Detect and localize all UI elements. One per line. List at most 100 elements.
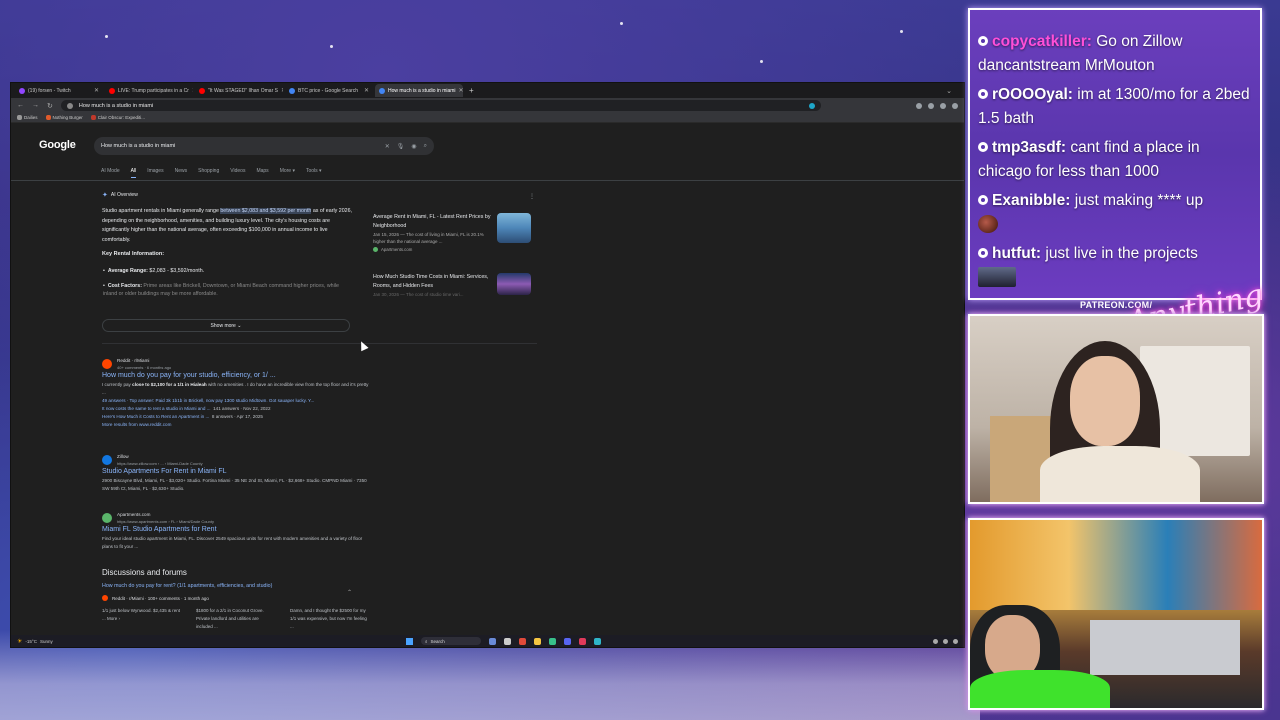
profile-icon[interactable] — [916, 102, 922, 109]
emote-icon — [978, 215, 998, 234]
google-logo[interactable]: Google — [39, 139, 76, 151]
source-thumbnail — [497, 273, 531, 295]
site-favicon-icon — [373, 247, 378, 252]
search-icon[interactable]: ⌕ — [424, 143, 427, 150]
chat-username[interactable]: tmp3asdf: — [992, 139, 1066, 156]
reload-icon[interactable]: ↻ — [47, 102, 53, 110]
search-tab[interactable]: Tools ▾ — [306, 168, 322, 178]
close-tab-icon[interactable]: ✕ — [281, 87, 283, 94]
result-title[interactable]: Studio Apartments For Rent in Miami FL — [102, 466, 372, 477]
show-more-button[interactable]: Show more ⌄ — [102, 319, 350, 332]
folder-icon[interactable] — [534, 637, 541, 645]
network-icon[interactable] — [943, 638, 948, 644]
address-bar: ← → ↻ How much is a studio in miami — [11, 98, 964, 113]
platform-icon — [978, 248, 988, 258]
discussion-comment[interactable]: $1800 for a 2/1 in Coconut Grove. Privat… — [196, 607, 276, 631]
sub-result[interactable]: Here's How Much it Costs to Rent an Apar… — [102, 413, 372, 421]
webcam-guest — [968, 518, 1264, 710]
chat-username[interactable]: Exanibble: — [992, 192, 1070, 209]
sub-result-meta: 141 answers · Nov 22, 2022 — [213, 406, 271, 411]
browser-tab[interactable]: BTC price - Google Search ✕ — [285, 84, 373, 97]
zillow-icon — [102, 454, 112, 465]
tray-chevron-icon[interactable] — [933, 638, 938, 644]
discussion-comment[interactable]: Damn, and I thought the $2500 for my 1/1… — [290, 607, 370, 631]
tab-favicon-icon — [379, 87, 385, 94]
chat-username[interactable]: rOOOOyal: — [992, 86, 1073, 103]
bookmark[interactable]: Nothing Burger — [45, 115, 83, 120]
chat-username[interactable]: hutfut: — [992, 245, 1041, 262]
source-snippet: Jan 15, 2026 — The cost of living in Mia… — [373, 232, 484, 244]
close-tab-icon[interactable]: ✕ — [459, 87, 463, 94]
windows-start-icon[interactable] — [406, 637, 413, 645]
tab-search-icon[interactable]: ⌄ — [946, 87, 964, 95]
highlighted-range: between $2,083 and $3,592 per month — [220, 208, 312, 214]
search-result: Zillow https://www.zillow.com › ... › Mia… — [102, 453, 372, 493]
camera-icon[interactable]: ◉ — [411, 143, 416, 150]
discord-icon[interactable] — [564, 637, 571, 645]
volume-icon[interactable] — [953, 638, 958, 644]
sub-result-meta: 8 answers · Apr 17, 2025 — [211, 414, 263, 419]
sub-result[interactable]: It now costs the same to rent a studio i… — [102, 405, 372, 413]
downloads-icon[interactable] — [928, 102, 934, 109]
new-tab-icon[interactable]: + — [469, 86, 474, 95]
browser-tab[interactable]: How much is a studio in miami✕ — [375, 84, 463, 97]
search-tab[interactable]: Images — [147, 168, 163, 178]
close-tab-icon[interactable]: ✕ — [364, 87, 369, 94]
discussion-comment[interactable]: 1/1 just below Wynwood. $2,435 & rent ..… — [102, 607, 182, 631]
platform-icon — [978, 195, 988, 205]
file-icon[interactable] — [504, 637, 511, 645]
task-view-icon[interactable] — [489, 637, 496, 645]
more-results-link[interactable]: More results from www.reddit.com — [102, 421, 372, 429]
source-card[interactable]: How Much Studio Time Costs in Miami: Ser… — [373, 273, 533, 298]
close-tab-icon[interactable]: ✕ — [192, 87, 193, 94]
source-card[interactable]: Average Rent in Miami, FL - Latest Rent … — [373, 213, 533, 252]
search-tab[interactable]: News — [175, 168, 188, 178]
mic-icon[interactable]: 🎙 — [397, 143, 405, 150]
star — [620, 22, 623, 25]
menu-icon[interactable] — [952, 102, 958, 109]
collapse-icon[interactable]: ⌃ — [347, 589, 352, 596]
result-title[interactable]: How much do you pay for your studio, eff… — [102, 370, 372, 381]
sub-result-link[interactable]: Here's How Much it Costs to Rent an Apar… — [102, 414, 209, 419]
sub-result-link[interactable]: It now costs the same to rent a studio i… — [102, 406, 211, 411]
search-tab[interactable]: All — [130, 168, 137, 178]
weather-widget[interactable]: ☀ -15°C Sunny — [17, 638, 53, 645]
browser-tab[interactable]: (19) forsen - Twitch ✕ — [15, 84, 103, 97]
cabinet — [1090, 620, 1240, 675]
search-tab[interactable]: Maps — [256, 168, 268, 178]
extensions-icon[interactable] — [940, 102, 946, 109]
key-info-heading: Key Rental Information: — [102, 251, 165, 257]
app-icon[interactable] — [594, 637, 601, 645]
source-site-name: Apartments.com — [381, 247, 413, 252]
result-title[interactable]: Miami FL Studio Apartments for Rent — [102, 524, 372, 535]
bookmark-label: Dailies — [24, 115, 38, 120]
back-icon[interactable]: ← — [17, 102, 24, 109]
search-tab[interactable]: AI Mode — [101, 168, 120, 178]
search-input[interactable]: How much is a studio in miami ✕ 🎙 ◉ ⌕ — [94, 137, 434, 155]
site-info-icon[interactable] — [66, 102, 73, 109]
close-tab-icon[interactable]: ✕ — [94, 87, 99, 94]
omnibox[interactable]: How much is a studio in miami — [60, 100, 821, 111]
sweater — [1040, 446, 1200, 502]
reddit-icon — [102, 595, 108, 601]
obs-icon[interactable] — [579, 637, 586, 645]
browser-tab[interactable]: "It Was STAGED" Ilhan Omar S✕ — [195, 84, 283, 97]
bookmark[interactable]: Dailies — [17, 115, 38, 120]
search-tab[interactable]: More ▾ — [280, 168, 295, 178]
bookmark[interactable]: Clair Obscur: Expediti... — [90, 115, 145, 120]
discussion-question[interactable]: How much do you pay for rent? (1/1 apart… — [102, 583, 272, 589]
forward-icon[interactable]: → — [32, 102, 39, 109]
browser-tab[interactable]: LIVE: Trump participates in a Cr✕ — [105, 84, 193, 97]
taskbar-search[interactable]: ⌕ Search — [421, 637, 481, 645]
extension-icon[interactable] — [808, 102, 815, 109]
browser-window: (19) forsen - Twitch ✕ LIVE: Trump partici… — [10, 82, 965, 648]
bookmark-icon — [17, 115, 22, 120]
chrome-icon[interactable] — [519, 637, 526, 645]
search-tab[interactable]: Videos — [230, 168, 245, 178]
top-answer[interactable]: 49 answers · Top answer: Paid 3k 1b1b in… — [102, 397, 372, 405]
more-options-icon[interactable]: ⋮ — [529, 193, 535, 200]
search-tab[interactable]: Shopping — [198, 168, 219, 178]
app-icon[interactable] — [549, 637, 556, 645]
clear-icon[interactable]: ✕ — [385, 143, 390, 150]
chat-username[interactable]: copycatkiller: — [992, 33, 1092, 50]
